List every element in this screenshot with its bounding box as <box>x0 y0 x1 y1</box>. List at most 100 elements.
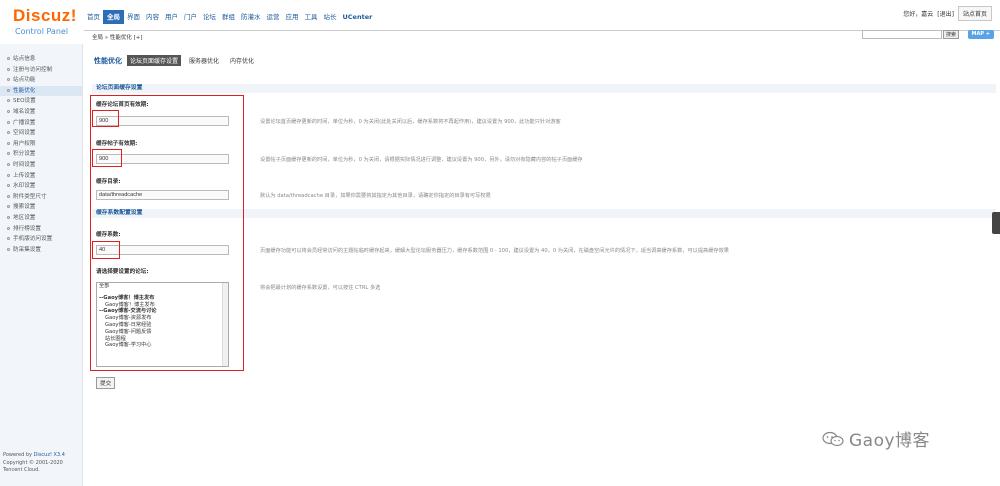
greeting-text: 您好，嘉云 <box>903 11 934 18</box>
sidebar-item-15[interactable]: 地区设置 <box>0 213 82 224</box>
sidebar-item-label: 排行榜设置 <box>13 225 41 232</box>
nav-item-6[interactable]: 论坛 <box>200 10 219 24</box>
nav-item-4[interactable]: 用户 <box>162 10 181 24</box>
search-input[interactable] <box>862 30 942 39</box>
sidebar-item-label: 附件类型尺寸 <box>13 193 47 200</box>
logo[interactable]: Discuz! Control Panel <box>13 6 77 36</box>
nav-item-10[interactable]: 应用 <box>283 10 302 24</box>
sidebar-item-18[interactable]: 防采集设置 <box>0 245 82 256</box>
map-button[interactable]: MAP + <box>967 30 994 39</box>
bullet-icon <box>7 237 10 241</box>
nav-item-8[interactable]: 防灌水 <box>238 10 264 24</box>
bullet-icon <box>7 78 10 82</box>
brand-name: Discuz! <box>13 6 77 25</box>
sidebar-item-label: 水印设置 <box>13 183 36 190</box>
sidebar-item-label: 广播设置 <box>13 119 36 126</box>
forum-select-help: 将会把最计划的缓存系数设置，可以按住 CTRL 多选 <box>260 285 381 291</box>
highlight-box-outer <box>90 95 244 371</box>
sidebar-item-17[interactable]: 手机版访问设置 <box>0 234 82 245</box>
site-home-button[interactable]: 站点首页 <box>957 6 992 21</box>
breadcrumb[interactable]: 全局 » 性能优化 [+] <box>92 33 143 41</box>
brand-subtitle: Control Panel <box>15 27 69 36</box>
bullet-icon <box>7 131 10 135</box>
tab-memory-optimize[interactable]: 内存优化 <box>227 55 257 66</box>
bullet-icon <box>7 141 10 145</box>
highlight-box-thread-value <box>92 149 122 167</box>
bullet-icon <box>7 99 10 103</box>
footer: Powered by Discuz! X3.4 Copyright © 2001… <box>3 452 65 475</box>
nav-item-13[interactable]: UCenter <box>340 10 376 24</box>
search-button[interactable]: 搜索 <box>942 30 959 39</box>
bullet-icon <box>7 109 10 113</box>
sidebar-item-5[interactable]: 域名设置 <box>0 107 82 118</box>
page-title: 性能优化 <box>94 56 122 65</box>
bullet-icon <box>7 67 10 71</box>
nav-item-5[interactable]: 门户 <box>181 10 200 24</box>
sidebar-item-9[interactable]: 积分设置 <box>0 149 82 160</box>
tab-page-cache[interactable]: 论坛页面缓存设置 <box>127 55 182 66</box>
sidebar-item-4[interactable]: SEO设置 <box>0 96 82 107</box>
sidebar-item-7[interactable]: 空间设置 <box>0 128 82 139</box>
thread-cache-help: 设置帖子页面缓存更新的时间，单位为秒，0 为关闭，请根据实际情况进行调整，建议设… <box>260 157 583 163</box>
bullet-icon <box>7 226 10 230</box>
sidebar-item-14[interactable]: 搜索设置 <box>0 202 82 213</box>
bullet-icon <box>7 247 10 251</box>
sidebar-item-label: 防采集设置 <box>13 246 41 253</box>
tab-server-optimize[interactable]: 服务器优化 <box>186 55 222 66</box>
bullet-icon <box>7 57 10 60</box>
sidebar-item-11[interactable]: 上传设置 <box>0 171 82 182</box>
sidebar-item-label: 站点信息 <box>13 56 36 62</box>
submit-button[interactable]: 提交 <box>96 377 116 389</box>
cache-coef-help: 页面缓存功能可以将会员经常访问的主题帖临时缓存起来，缓解大型论坛服务器压力，缓存… <box>260 248 729 254</box>
wechat-icon <box>822 431 844 446</box>
watermark: Gaoy博客 <box>822 426 930 451</box>
nav-item-12[interactable]: 站长 <box>321 10 340 24</box>
main-nav: 首页 全局 界面 内容 用户 门户 论坛 群组 防灌水 运营 应用 工具 站长 UCenter <box>84 8 375 26</box>
sidebar-item-label: 注册与访问控制 <box>13 66 53 73</box>
bullet-icon <box>7 162 10 166</box>
nav-item-3[interactable]: 内容 <box>143 10 162 24</box>
sidebar-item-13[interactable]: 附件类型尺寸 <box>0 192 82 203</box>
bullet-icon <box>7 173 10 177</box>
section-heading-cache: 论坛页面缓存设置 <box>92 84 996 93</box>
bullet-icon <box>7 152 10 156</box>
main-content: 性能优化 论坛页面缓存设置 服务器优化 内存优化 论坛页面缓存设置 缓存论坛首页… <box>84 44 1000 486</box>
bullet-icon <box>7 194 10 198</box>
sidebar-item-8[interactable]: 用户权限 <box>0 139 82 150</box>
sidebar-item-label: 站点功能 <box>13 77 36 84</box>
sidebar-item-label: 搜索设置 <box>13 204 36 211</box>
sidebar-item-6[interactable]: 广播设置 <box>0 118 82 129</box>
sidebar: 站点信息注册与访问控制 站点功能 性能优化 SEO设置域名设置广播设置空间设置用户权限… <box>0 44 83 486</box>
sidebar-item-label: 手机版访问设置 <box>13 236 53 243</box>
nav-item-9[interactable]: 运营 <box>264 10 283 24</box>
product-link[interactable]: Discuz! X3.4 <box>34 452 65 458</box>
sidebar-item-10[interactable]: 时间设置 <box>0 160 82 171</box>
bullet-icon <box>7 184 10 188</box>
nav-item-0[interactable]: 首页 <box>84 10 103 24</box>
powered-text: Powered by <box>3 452 32 458</box>
sidebar-item-label: SEO设置 <box>13 98 36 105</box>
index-cache-help: 设置论坛首页缓存更新的时间，单位为秒，0 为关闭(此处关闭以后，缓存系数将不再起… <box>260 119 561 125</box>
sidebar-item-label: 地区设置 <box>13 214 36 221</box>
logout-link[interactable]: [退出] <box>937 9 954 18</box>
sidebar-item-2[interactable]: 站点功能 <box>0 75 82 86</box>
sidebar-item-label: 空间设置 <box>13 130 36 137</box>
sidebar-item-label: 域名设置 <box>13 108 36 115</box>
sidebar-item-1[interactable]: 注册与访问控制 <box>0 65 82 76</box>
sidebar-item-label: 积分设置 <box>13 151 36 158</box>
page-header: 性能优化 论坛页面缓存设置 服务器优化 内存优化 <box>94 55 257 66</box>
nav-item-7[interactable]: 群组 <box>219 10 238 24</box>
cache-dir-help: 默认为 data/threadcache 目录，如果你需要将其指定为其他目录，请… <box>260 193 491 199</box>
nav-item-2[interactable]: 界面 <box>124 10 143 24</box>
sidebar-item-12[interactable]: 水印设置 <box>0 181 82 192</box>
company-text: Tencent Cloud. <box>3 467 40 473</box>
side-floating-tab[interactable] <box>992 212 1000 234</box>
nav-item-11[interactable]: 工具 <box>302 10 321 24</box>
sidebar-item-3[interactable]: 性能优化 <box>0 85 82 97</box>
watermark-text: Gaoy博客 <box>849 431 931 451</box>
sidebar-item-label: 上传设置 <box>13 172 36 179</box>
sidebar-item-16[interactable]: 排行榜设置 <box>0 224 82 235</box>
sidebar-item-0[interactable]: 站点信息 <box>0 54 82 65</box>
nav-item-1[interactable]: 全局 <box>103 10 124 24</box>
bullet-icon <box>7 215 10 219</box>
